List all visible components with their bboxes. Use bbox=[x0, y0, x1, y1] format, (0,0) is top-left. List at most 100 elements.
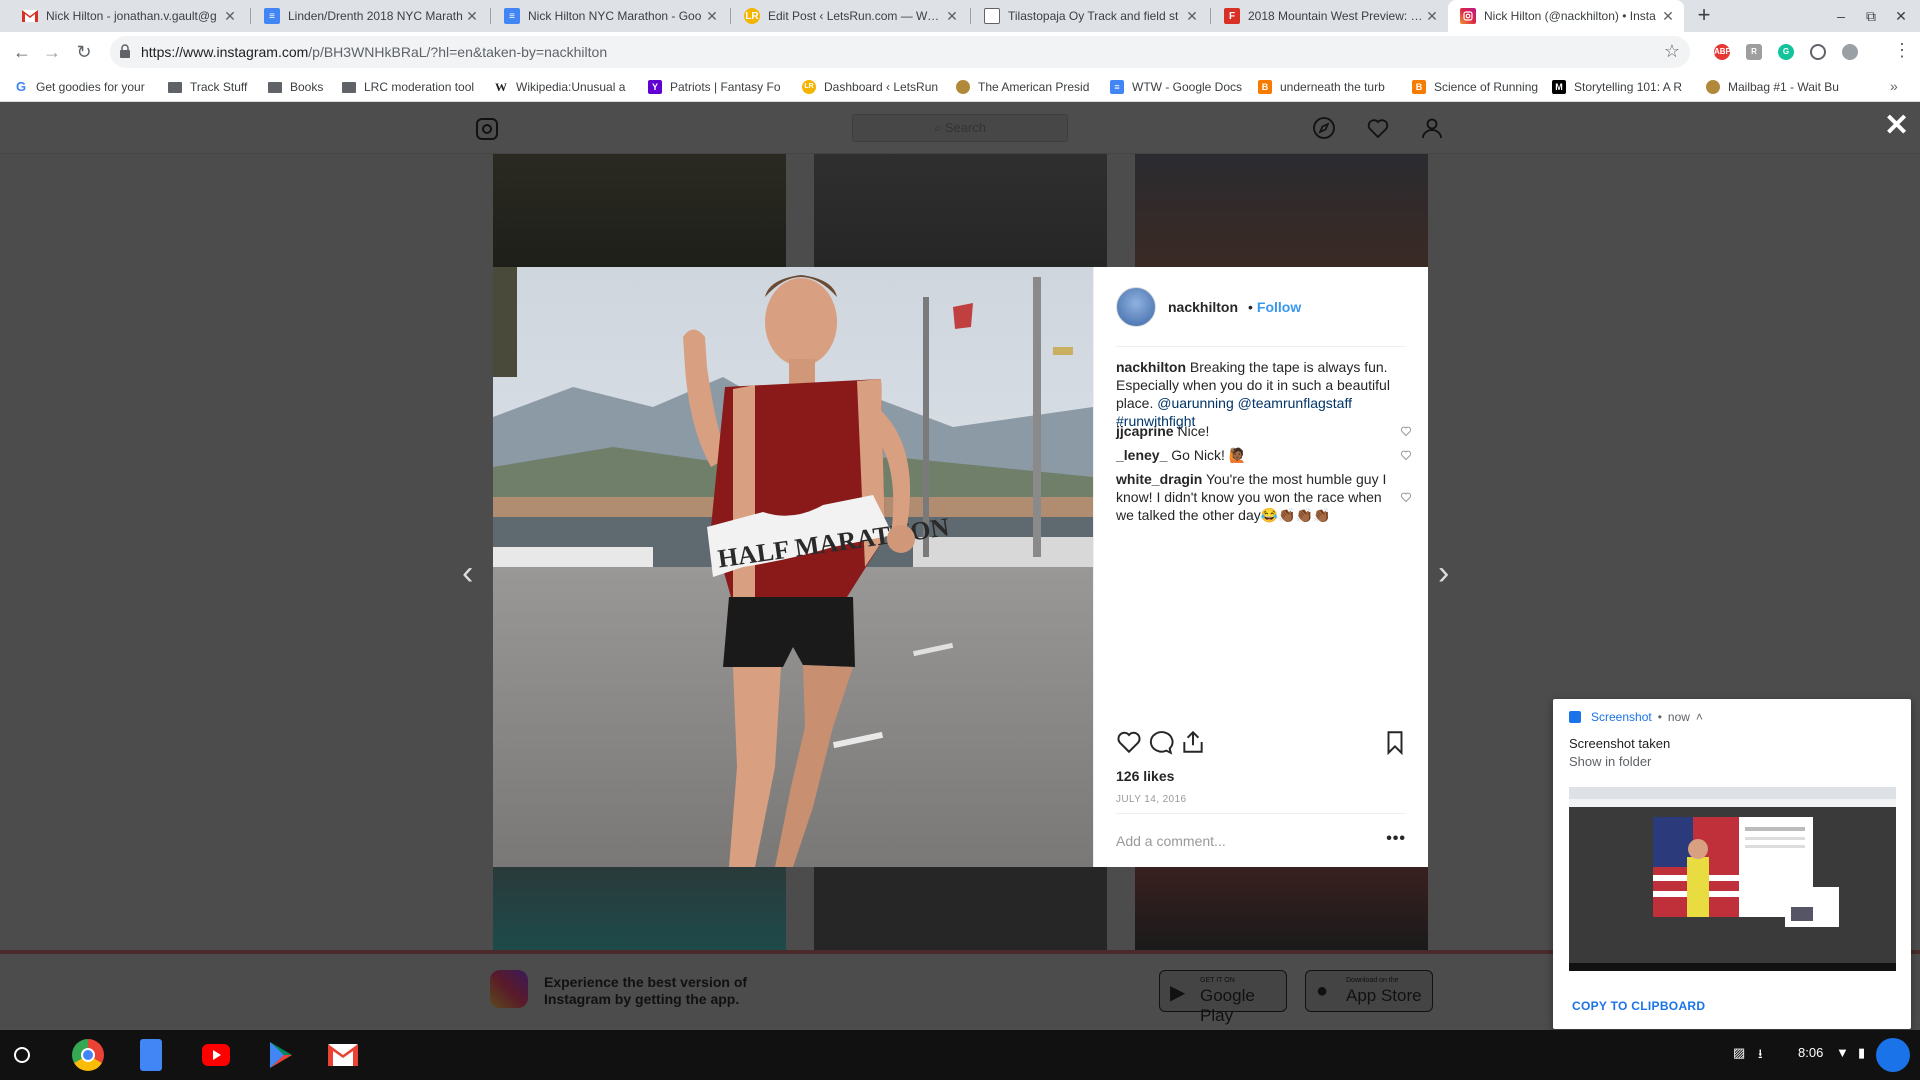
play-store-app-icon[interactable] bbox=[264, 1039, 296, 1071]
extension-r-icon[interactable]: R bbox=[1746, 44, 1762, 60]
bookmarks-overflow-icon[interactable]: » bbox=[1890, 78, 1898, 94]
bookmark-mailbag[interactable]: Mailbag #1 - Wait Bu bbox=[1706, 78, 1842, 96]
forward-icon[interactable]: → bbox=[40, 40, 64, 64]
close-icon[interactable]: ✕ bbox=[1184, 8, 1200, 25]
close-icon[interactable]: ✕ bbox=[222, 8, 238, 25]
tab-gmail[interactable]: Nick Hilton - jonathan.v.gault@g ✕ bbox=[10, 0, 246, 32]
activity-heart-icon[interactable] bbox=[1366, 116, 1390, 140]
bookmark-google[interactable]: G Get goodies for your bbox=[14, 78, 150, 96]
comment-like-heart-icon[interactable] bbox=[1400, 449, 1412, 461]
comment-like-heart-icon[interactable] bbox=[1400, 425, 1412, 437]
minimize-icon[interactable]: – bbox=[1826, 4, 1856, 28]
bookmark-folder-lrc-moderation[interactable]: LRC moderation tool bbox=[342, 78, 474, 96]
likes-count[interactable]: 126 likes bbox=[1116, 768, 1174, 784]
gmail-app-icon[interactable] bbox=[328, 1044, 358, 1066]
reload-icon[interactable]: ↻ bbox=[72, 40, 96, 64]
url-text[interactable]: https://www.instagram.com/p/BH3WNHkBRaL/… bbox=[141, 44, 607, 60]
previous-post-arrow-icon[interactable]: ‹ bbox=[462, 554, 473, 593]
copy-to-clipboard-button[interactable]: COPY TO CLIPBOARD bbox=[1572, 999, 1705, 1013]
grid-thumbnail[interactable] bbox=[493, 867, 786, 950]
close-icon[interactable]: ✕ bbox=[464, 8, 480, 25]
tab-flotrack[interactable]: F 2018 Mountain West Preview: Bo ✕ bbox=[1212, 0, 1448, 32]
back-icon[interactable]: ← bbox=[10, 40, 34, 64]
show-in-folder-link[interactable]: Show in folder bbox=[1569, 754, 1651, 769]
bookmark-storytelling[interactable]: M Storytelling 101: A R bbox=[1552, 78, 1692, 96]
grid-thumbnail[interactable] bbox=[814, 867, 1107, 950]
close-icon[interactable]: ✕ bbox=[1424, 8, 1440, 25]
tab-letsrun-edit[interactable]: LR Edit Post ‹ LetsRun.com — Word ✕ bbox=[732, 0, 968, 32]
grid-thumbnail[interactable] bbox=[1135, 154, 1428, 267]
tab-title: Nick Hilton (@nackhilton) • Insta bbox=[1484, 9, 1656, 23]
youtube-app-icon[interactable] bbox=[202, 1044, 230, 1066]
chrome-menu-icon[interactable]: ⋮ bbox=[1893, 40, 1911, 61]
comment-username[interactable]: _leney_ bbox=[1116, 447, 1167, 463]
post-date[interactable]: JULY 14, 2016 bbox=[1116, 794, 1186, 805]
bookmark-wikipedia[interactable]: W Wikipedia:Unusual a bbox=[494, 78, 628, 96]
like-heart-icon[interactable] bbox=[1116, 729, 1142, 755]
google-play-button[interactable]: ▶ GET IT ON Google Play bbox=[1159, 970, 1287, 1025]
comment-username[interactable]: white_dragin bbox=[1116, 471, 1202, 487]
post-username[interactable]: nackhilton bbox=[1168, 299, 1238, 315]
bookmark-yahoo-fantasy[interactable]: Y Patriots | Fantasy Fo bbox=[648, 78, 784, 96]
address-bar[interactable]: https://www.instagram.com/p/BH3WNHkBRaL/… bbox=[110, 36, 1690, 68]
tab-instagram[interactable]: Nick Hilton (@nackhilton) • Insta ✕ bbox=[1448, 0, 1684, 32]
close-window-icon[interactable]: ✕ bbox=[1886, 4, 1916, 28]
bookmark-folder-books[interactable]: Books bbox=[268, 78, 340, 96]
adblock-plus-icon[interactable]: ABP bbox=[1714, 44, 1731, 60]
battery-icon[interactable]: ▮ bbox=[1858, 1045, 1865, 1061]
close-icon[interactable]: ✕ bbox=[1660, 8, 1676, 25]
bookmark-underneath-turb[interactable]: Bunderneath the turb bbox=[1258, 78, 1394, 96]
docs-app-icon[interactable] bbox=[140, 1039, 162, 1071]
more-options-icon[interactable]: ••• bbox=[1386, 830, 1406, 848]
tab-docs-linden[interactable]: ≡ Linden/Drenth 2018 NYC Marath ✕ bbox=[252, 0, 488, 32]
profile-user-icon[interactable] bbox=[1420, 116, 1444, 140]
account-avatar[interactable] bbox=[1876, 1038, 1910, 1072]
comment-like-heart-icon[interactable] bbox=[1400, 491, 1412, 503]
bookmark-american-presidency[interactable]: The American Presid bbox=[956, 78, 1092, 96]
grid-thumbnail[interactable] bbox=[1135, 867, 1428, 950]
comment-item: white_dragin You're the most humble guy … bbox=[1116, 470, 1391, 524]
bookmark-wtw-docs[interactable]: ≡ WTW - Google Docs bbox=[1110, 78, 1246, 96]
search-input[interactable]: ⌕ Search bbox=[852, 114, 1068, 142]
profile-icon[interactable] bbox=[1842, 44, 1858, 60]
share-icon[interactable] bbox=[1180, 729, 1206, 755]
bookmark-science-of-running[interactable]: B Science of Running bbox=[1412, 78, 1548, 96]
extension-settings-icon[interactable] bbox=[1810, 44, 1826, 60]
explore-icon[interactable] bbox=[1312, 116, 1336, 140]
download-tray-icon[interactable]: ⭳ bbox=[1758, 1045, 1763, 1067]
app-store-button[interactable]: ● Download on the App Store bbox=[1305, 970, 1433, 1012]
grammarly-icon[interactable]: G bbox=[1778, 44, 1794, 60]
image-tray-icon[interactable]: ▨ bbox=[1733, 1045, 1745, 1061]
comment-input[interactable] bbox=[1116, 826, 1366, 856]
comment-bubble-icon[interactable] bbox=[1148, 729, 1174, 755]
bookmark-letsrun-dashboard[interactable]: LR Dashboard ‹ LetsRun bbox=[802, 78, 938, 96]
separator-dot: • bbox=[1248, 299, 1253, 315]
chevron-up-icon[interactable]: ˄ bbox=[1696, 710, 1703, 724]
restore-icon[interactable]: ⧉ bbox=[1856, 4, 1886, 28]
post-photo[interactable]: HALF MARATHON bbox=[493, 267, 1093, 867]
tab-docs-hilton[interactable]: ≡ Nick Hilton NYC Marathon - Goo ✕ bbox=[492, 0, 728, 32]
chrome-app-icon[interactable] bbox=[72, 1039, 104, 1071]
close-icon[interactable]: ✕ bbox=[944, 8, 960, 25]
avatar[interactable] bbox=[1116, 287, 1156, 327]
launcher-icon[interactable] bbox=[14, 1047, 30, 1063]
instagram-logo-icon[interactable] bbox=[476, 118, 498, 140]
caption-mentions[interactable]: @uarunning @teamrunflagstaff bbox=[1157, 395, 1352, 411]
clock-time[interactable]: 8:06 bbox=[1798, 1045, 1823, 1060]
grid-thumbnail[interactable] bbox=[814, 154, 1107, 267]
tab-tilastopaja[interactable]: Tilastopaja Oy Track and field st ✕ bbox=[972, 0, 1208, 32]
wifi-icon[interactable]: ▼ bbox=[1836, 1045, 1849, 1060]
notification-header[interactable]: Screenshot • now ˄ bbox=[1569, 710, 1703, 724]
close-icon[interactable]: ✕ bbox=[704, 8, 720, 25]
new-tab-button[interactable]: + bbox=[1692, 4, 1716, 28]
comment-username[interactable]: jjcaprine bbox=[1116, 423, 1174, 439]
screenshot-thumbnail[interactable] bbox=[1569, 787, 1896, 971]
grid-thumbnail[interactable] bbox=[493, 154, 786, 267]
bookmark-star-icon[interactable]: ☆ bbox=[1664, 41, 1680, 62]
follow-button[interactable]: • Follow bbox=[1248, 299, 1301, 315]
caption-username[interactable]: nackhilton bbox=[1116, 359, 1186, 375]
save-bookmark-icon[interactable] bbox=[1382, 729, 1408, 755]
next-post-arrow-icon[interactable]: › bbox=[1438, 554, 1449, 593]
close-modal-icon[interactable]: ✕ bbox=[1884, 108, 1909, 143]
bookmark-folder-track-stuff[interactable]: Track Stuff bbox=[168, 78, 268, 96]
